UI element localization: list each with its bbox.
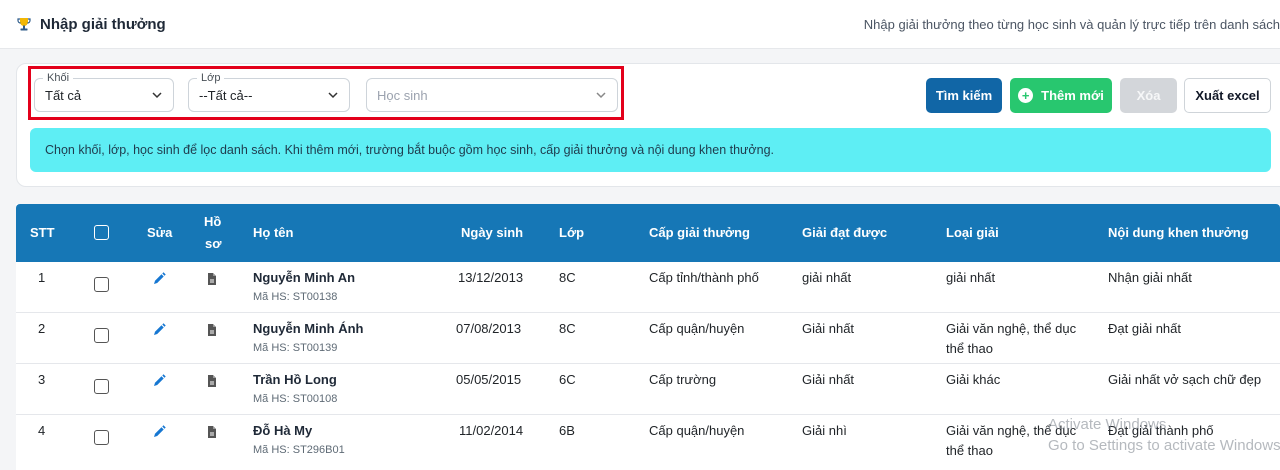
cell-class: 6C: [559, 372, 576, 387]
cell-dob: 05/05/2015: [456, 372, 522, 387]
cell-class: 8C: [559, 321, 576, 336]
col-name: Họ tên: [253, 225, 294, 240]
pencil-icon[interactable]: [152, 425, 166, 439]
cell-stt: 3: [38, 372, 46, 387]
pencil-icon[interactable]: [152, 323, 166, 337]
cell-award: Giải nhất: [802, 372, 855, 387]
col-class: Lớp: [559, 225, 585, 240]
col-award: Giải đạt được: [802, 225, 888, 240]
info-note: Chọn khối, lớp, học sinh để lọc danh sác…: [30, 128, 1271, 172]
table-row: 1 Nguyễn Minh An Mã HS: ST00138 13/12/20…: [16, 262, 1280, 313]
cell-student-code: Mã HS: ST00138: [253, 291, 338, 303]
filter-highlight-box: [28, 66, 624, 120]
cell-student-code: Mã HS: ST00139: [253, 342, 338, 354]
cell-type: Giải khác: [946, 372, 1001, 387]
cell-stt: 4: [38, 423, 46, 438]
cell-level: Cấp trường: [649, 372, 717, 387]
delete-button[interactable]: Xóa: [1120, 78, 1177, 113]
cell-name: Đỗ Hà My: [253, 423, 313, 438]
document-icon[interactable]: [205, 323, 219, 337]
row-checkbox[interactable]: [94, 430, 109, 445]
col-type: Loại giải: [946, 225, 999, 240]
pencil-icon[interactable]: [152, 374, 166, 388]
cell-award: Giải nhì: [802, 423, 847, 438]
add-button-label: Thêm mới: [1041, 88, 1104, 103]
col-edit: Sửa: [147, 225, 173, 240]
cell-level: Cấp quận/huyện: [649, 423, 745, 438]
col-level: Cấp giải thưởng: [649, 225, 750, 240]
col-stt: STT: [30, 225, 55, 240]
col-content: Nội dung khen thưởng: [1108, 225, 1249, 240]
export-excel-button[interactable]: Xuất excel: [1184, 78, 1271, 113]
cell-class: 8C: [559, 270, 576, 285]
col-profile-line2: sơ: [205, 236, 222, 251]
row-checkbox[interactable]: [94, 277, 109, 292]
cell-award: Giải nhất: [802, 321, 855, 336]
col-dob: Ngày sinh: [461, 225, 524, 240]
awards-table: STT Sửa Hồ sơ Họ tên Ngày sinh Lớp Cấp g…: [16, 204, 1280, 470]
table-row: 4 Đỗ Hà My Mã HS: ST296B01 11/02/2014 6B…: [16, 415, 1280, 470]
row-checkbox[interactable]: [94, 379, 109, 394]
cell-level: Cấp quận/huyện: [649, 321, 745, 336]
plus-icon: +: [1018, 88, 1034, 103]
cell-content: Nhận giải nhất: [1108, 270, 1192, 285]
page-description: Nhập giải thưởng theo từng học sinh và q…: [863, 16, 1280, 32]
trophy-icon: [16, 16, 32, 32]
search-button[interactable]: Tìm kiếm: [926, 78, 1002, 113]
cell-content: Đạt giải nhất: [1108, 321, 1181, 336]
page-title: Nhập giải thưởng: [40, 15, 166, 33]
cell-student-code: Mã HS: ST296B01: [253, 444, 345, 456]
cell-dob: 11/02/2014: [459, 423, 524, 438]
row-checkbox[interactable]: [94, 328, 109, 343]
cell-type-line2: thể thao: [946, 443, 993, 458]
table-row: 3 Trần Hồ Long Mã HS: ST00108 05/05/2015…: [16, 364, 1280, 415]
cell-type-line2: thể thao: [946, 341, 993, 356]
cell-student-code: Mã HS: ST00108: [253, 393, 338, 405]
document-icon[interactable]: [205, 425, 219, 439]
cell-name: Trần Hồ Long: [253, 372, 337, 387]
cell-stt: 2: [38, 321, 46, 336]
pencil-icon[interactable]: [152, 272, 166, 286]
cell-type: Giải văn nghệ, thể dục: [946, 321, 1077, 336]
cell-content: Đạt giải thành phố: [1108, 423, 1214, 438]
select-all-checkbox[interactable]: [94, 225, 109, 240]
table-row: 2 Nguyễn Minh Ánh Mã HS: ST00139 07/08/2…: [16, 313, 1280, 364]
cell-dob: 13/12/2013: [458, 270, 524, 285]
cell-award: giải nhất: [802, 270, 852, 285]
cell-name: Nguyễn Minh Ánh: [253, 321, 364, 336]
cell-name: Nguyễn Minh An: [253, 270, 356, 285]
cell-type: giải nhất: [946, 270, 996, 285]
cell-stt: 1: [38, 270, 46, 285]
cell-content: Giải nhất vở sạch chữ đẹp: [1108, 372, 1262, 387]
cell-type: Giải văn nghệ, thể dục: [946, 423, 1077, 438]
cell-level: Cấp tỉnh/thành phố: [649, 270, 759, 285]
document-icon[interactable]: [205, 272, 219, 286]
document-icon[interactable]: [205, 374, 219, 388]
cell-class: 6B: [559, 423, 575, 438]
cell-dob: 07/08/2013: [456, 321, 522, 336]
add-button[interactable]: + Thêm mới: [1010, 78, 1112, 113]
table-header: STT Sửa Hồ sơ Họ tên Ngày sinh Lớp Cấp g…: [16, 204, 1280, 262]
page-header: Nhập giải thưởng Nhập giải thưởng theo t…: [0, 0, 1280, 49]
col-profile-line1: Hồ: [204, 214, 222, 229]
